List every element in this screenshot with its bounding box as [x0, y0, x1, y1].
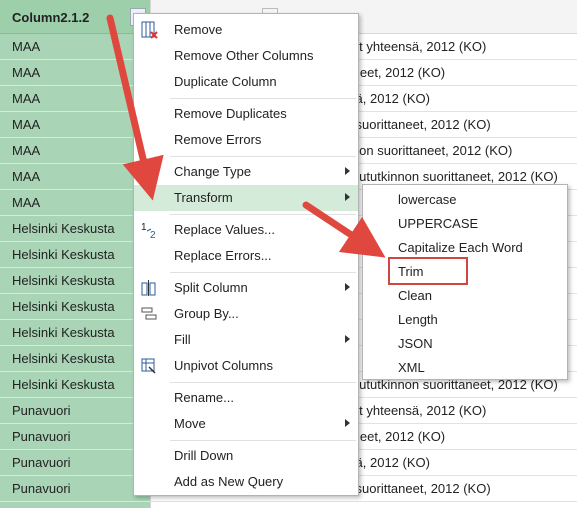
- arrow-to-trim: [302, 201, 386, 258]
- arrow-to-transform: [106, 14, 164, 201]
- annotation-arrows: [106, 14, 386, 258]
